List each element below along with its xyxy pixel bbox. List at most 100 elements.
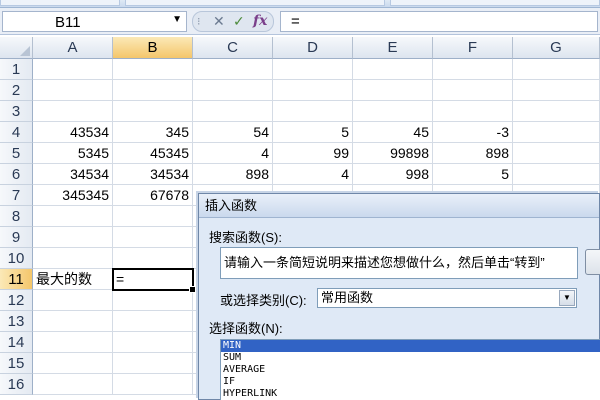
- column-header-f[interactable]: F: [433, 37, 513, 59]
- grid-cell[interactable]: [113, 248, 193, 269]
- row-header-9[interactable]: 9: [0, 227, 33, 248]
- cell-b7[interactable]: 67678: [113, 185, 193, 206]
- chevron-down-icon[interactable]: ▼: [172, 14, 182, 25]
- row-header-13[interactable]: 13: [0, 311, 33, 332]
- search-function-input[interactable]: 请输入一条简短说明来描述您想做什么，然后单击“转到”: [220, 247, 578, 279]
- cell-a6[interactable]: 34534: [33, 164, 113, 185]
- column-header-d[interactable]: D: [273, 37, 353, 59]
- function-item[interactable]: AVERAGE: [221, 364, 600, 376]
- column-header-e[interactable]: E: [353, 37, 433, 59]
- cell-d5[interactable]: 99: [273, 143, 353, 164]
- row-header-7[interactable]: 7: [0, 185, 33, 206]
- grid-cell[interactable]: [33, 101, 113, 122]
- cell-f5[interactable]: 898: [433, 143, 513, 164]
- row-header-14[interactable]: 14: [0, 332, 33, 353]
- grid-cell[interactable]: [433, 59, 513, 80]
- grid-cell[interactable]: [33, 311, 113, 332]
- grid-cell[interactable]: [193, 80, 273, 101]
- grid-cell[interactable]: [33, 206, 113, 227]
- cell-a5[interactable]: 5345: [33, 143, 113, 164]
- cancel-icon[interactable]: ✕: [213, 13, 225, 30]
- cell-b5[interactable]: 45345: [113, 143, 193, 164]
- function-item[interactable]: MIN: [221, 340, 600, 352]
- grid-cell[interactable]: [353, 59, 433, 80]
- active-cell-border[interactable]: [112, 268, 196, 293]
- grid-cell[interactable]: [113, 353, 193, 374]
- dialog-title[interactable]: 插入函数: [199, 194, 599, 218]
- chevron-down-icon[interactable]: ▼: [559, 290, 575, 306]
- grid-cell[interactable]: [193, 101, 273, 122]
- grid-cell[interactable]: [513, 101, 600, 122]
- column-header-c[interactable]: C: [193, 37, 273, 59]
- grid-cell[interactable]: [353, 101, 433, 122]
- cell-a4[interactable]: 43534: [33, 122, 113, 143]
- cell-a11[interactable]: 最大的数: [33, 269, 113, 290]
- grid-cell[interactable]: [273, 101, 353, 122]
- cell-a7[interactable]: 345345: [33, 185, 113, 206]
- cell-e6[interactable]: 998: [353, 164, 433, 185]
- column-header-b[interactable]: B: [113, 37, 193, 59]
- grid-cell[interactable]: [513, 59, 600, 80]
- grid-cell[interactable]: [33, 248, 113, 269]
- column-header-g[interactable]: G: [513, 37, 600, 59]
- cell-e4[interactable]: 45: [353, 122, 433, 143]
- cell-d6[interactable]: 4: [273, 164, 353, 185]
- grid-cell[interactable]: [273, 80, 353, 101]
- cell-f6[interactable]: 5: [433, 164, 513, 185]
- grid-cell[interactable]: [33, 227, 113, 248]
- cell-c6[interactable]: 898: [193, 164, 273, 185]
- row-header-3[interactable]: 3: [0, 101, 33, 122]
- grid-cell[interactable]: [113, 290, 193, 311]
- grid-cell[interactable]: [33, 80, 113, 101]
- grid-cell[interactable]: [513, 80, 600, 101]
- grid-cell[interactable]: [433, 80, 513, 101]
- grid-cell[interactable]: [353, 80, 433, 101]
- insert-function-icon[interactable]: fx: [253, 13, 267, 29]
- row-header-16[interactable]: 16: [0, 374, 33, 395]
- grid-cell[interactable]: [513, 164, 600, 185]
- grid-cell[interactable]: [113, 59, 193, 80]
- cell-e5[interactable]: 99898: [353, 143, 433, 164]
- row-header-10[interactable]: 10: [0, 248, 33, 269]
- category-select[interactable]: 常用函数 ▼: [317, 288, 577, 308]
- grid-cell[interactable]: [113, 206, 193, 227]
- grid-cell[interactable]: [33, 332, 113, 353]
- row-header-5[interactable]: 5: [0, 143, 33, 164]
- column-header-a[interactable]: A: [33, 37, 113, 59]
- grid-cell[interactable]: [113, 80, 193, 101]
- grid-cell[interactable]: [113, 101, 193, 122]
- cell-c4[interactable]: 54: [193, 122, 273, 143]
- grid-cell[interactable]: [33, 353, 113, 374]
- function-item[interactable]: IF: [221, 376, 600, 388]
- row-header-4[interactable]: 4: [0, 122, 33, 143]
- grid-cell[interactable]: [33, 59, 113, 80]
- grid-cell[interactable]: [113, 227, 193, 248]
- grid-cell[interactable]: [513, 143, 600, 164]
- go-button[interactable]: [585, 249, 600, 275]
- grid-cell[interactable]: [513, 122, 600, 143]
- row-header-11[interactable]: 11: [0, 269, 33, 290]
- grid-cell[interactable]: [113, 332, 193, 353]
- function-item[interactable]: HYPERLINK: [221, 388, 600, 400]
- grid-cell[interactable]: [113, 374, 193, 395]
- row-header-1[interactable]: 1: [0, 59, 33, 80]
- row-header-15[interactable]: 15: [0, 353, 33, 374]
- grid-cell[interactable]: [273, 59, 353, 80]
- select-all-corner[interactable]: [0, 37, 33, 59]
- grid-cell[interactable]: [433, 101, 513, 122]
- enter-icon[interactable]: ✓: [233, 13, 245, 30]
- row-header-12[interactable]: 12: [0, 290, 33, 311]
- cell-c5[interactable]: 4: [193, 143, 273, 164]
- cell-b4[interactable]: 345: [113, 122, 193, 143]
- cell-b6[interactable]: 34534: [113, 164, 193, 185]
- row-header-6[interactable]: 6: [0, 164, 33, 185]
- row-header-8[interactable]: 8: [0, 206, 33, 227]
- function-item[interactable]: SUM: [221, 352, 600, 364]
- grid-cell[interactable]: [33, 290, 113, 311]
- function-list[interactable]: MIN SUM AVERAGE IF HYPERLINK: [220, 339, 600, 400]
- formula-input[interactable]: =: [280, 11, 598, 32]
- grid-cell[interactable]: [33, 374, 113, 395]
- grid-cell[interactable]: [113, 311, 193, 332]
- cell-f4[interactable]: -3: [433, 122, 513, 143]
- cell-d4[interactable]: 5: [273, 122, 353, 143]
